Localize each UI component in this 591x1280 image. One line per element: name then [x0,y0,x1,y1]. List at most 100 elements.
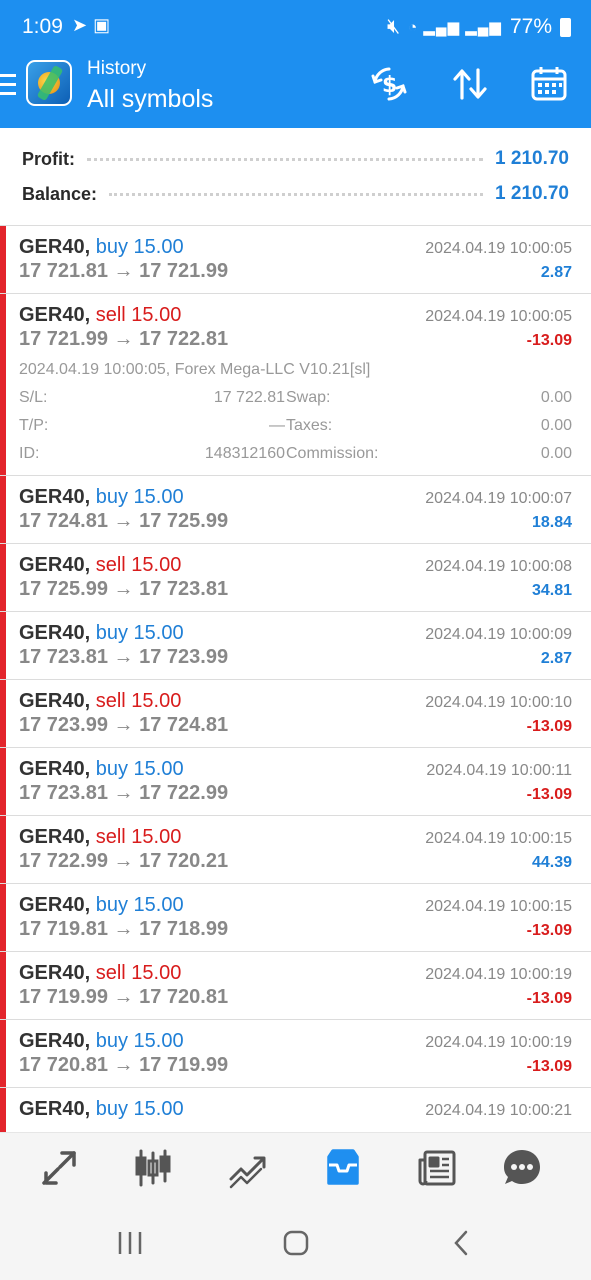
deal-profit: 18.84 [531,514,572,531]
deal-symbol: GER40, buy 15.00 [19,758,184,780]
deal-row[interactable]: GER40, buy 15.00 17 721.81 → 17 721.99 2… [0,226,591,294]
deal-time: 2024.04.19 10:00:19 [425,966,572,983]
deal-side: buy 15.00 [95,236,184,258]
deal-side: sell 15.00 [95,304,182,326]
deal-side: sell 15.00 [95,554,182,576]
deal-time: 2024.04.19 10:00:08 [425,558,572,575]
recent-apps-icon[interactable] [110,1228,150,1258]
deal-row[interactable]: GER40, buy 15.00 17 723.81 → 17 723.99 2… [0,612,591,680]
deal-symbol: GER40, buy 15.00 [19,1098,184,1120]
messages-icon[interactable] [499,1147,545,1189]
bottom-nav [0,1132,591,1204]
status-time: 1:09 [22,15,63,38]
deal-marker [0,612,6,679]
currency-exchange-icon[interactable]: $ [369,64,409,104]
status-bar: 1:09 ➤▣ 🔇︎ ◔ ▂▄▆ ▂▄▆ 77% [0,0,591,52]
deal-time: 2024.04.19 10:00:15 [425,898,572,915]
deal-prices: 17 722.99 → 17 720.21 [19,850,229,872]
deal-profit: 2.87 [540,264,572,281]
deal-row[interactable]: GER40, sell 15.00 17 723.99 → 17 724.81 … [0,680,591,748]
page-title: History [87,58,147,79]
deal-time: 2024.04.19 10:00:19 [425,1034,572,1051]
deal-side: buy 15.00 [95,758,184,780]
menu-icon[interactable] [0,74,16,101]
deal-prices: 17 721.99 → 17 722.81 [19,328,229,350]
deal-time: 2024.04.19 10:00:07 [425,490,572,507]
deal-row[interactable]: GER40, sell 15.00 17 725.99 → 17 723.81 … [0,544,591,612]
balance-row: Balance: 1 210.70 [22,182,569,206]
commission-value: 0.00 [540,445,572,462]
deal-row[interactable]: GER40, buy 15.00 17 720.81 → 17 719.99 2… [0,1020,591,1088]
calendar-icon[interactable] [529,64,569,104]
news-icon[interactable] [414,1147,460,1189]
deal-prices: 17 721.81 → 17 721.99 [19,260,229,282]
symbol-filter[interactable]: All symbols [87,85,213,114]
tp-label: T/P: [19,417,49,434]
history-icon[interactable] [320,1147,366,1189]
deal-side: buy 15.00 [95,894,184,916]
id-label: ID: [19,445,40,462]
deal-marker [0,952,6,1019]
deal-row[interactable]: GER40, buy 15.00 2024.04.19 10:00:21 [0,1088,591,1132]
deal-prices: 17 719.99 → 17 720.81 [19,986,229,1008]
deal-details: S/L: 17 722.81 Swap: 0.00 T/P: — Taxes: … [19,389,572,473]
battery-percent: 77% [509,15,552,38]
deal-marker [0,884,6,951]
tp-value: — [269,417,285,434]
deal-row[interactable]: GER40, buy 15.00 17 724.81 → 17 725.99 2… [0,476,591,544]
deal-symbol: GER40, buy 15.00 [19,486,184,508]
deal-marker [0,816,6,883]
deal-symbol: GER40, buy 15.00 [19,622,184,644]
signal-icon: ◔ ▂▄▆ ▂▄▆ [408,19,502,36]
deal-time: 2024.04.19 10:00:21 [425,1102,572,1119]
deal-marker [0,1020,6,1087]
profit-row: Profit: 1 210.70 [22,147,569,171]
deals-list[interactable]: GER40, buy 15.00 17 721.81 → 17 721.99 2… [0,226,591,1132]
deal-symbol: GER40, buy 15.00 [19,894,184,916]
sl-value: 17 722.81 [213,389,285,406]
deal-symbol: GER40, sell 15.00 [19,554,182,576]
balance-value: 1 210.70 [495,183,569,204]
profit-value: 1 210.70 [495,148,569,169]
deal-profit: -13.09 [526,990,572,1007]
deal-row[interactable]: GER40, sell 15.00 17 719.99 → 17 720.81 … [0,952,591,1020]
battery-icon [560,17,571,37]
deal-side: sell 15.00 [95,826,182,848]
quotes-icon[interactable] [36,1147,82,1189]
deal-row-expanded[interactable]: GER40, sell 15.00 17 721.99 → 17 722.81 … [0,294,591,476]
deal-side: buy 15.00 [95,1098,184,1120]
status-right: 🔇︎ ◔ ▂▄▆ ▂▄▆ 77% [387,15,571,39]
deal-profit: -13.09 [526,786,572,803]
trade-icon[interactable] [225,1147,271,1189]
deal-prices: 17 723.81 → 17 722.99 [19,782,229,804]
deal-row[interactable]: GER40, buy 15.00 17 719.81 → 17 718.99 2… [0,884,591,952]
commission-label: Commission: [286,445,379,462]
profit-label: Profit: [22,148,75,169]
dotted-leader [109,192,484,196]
deal-marker [0,680,6,747]
deal-profit: 34.81 [531,582,572,599]
app-logo [26,60,72,106]
back-icon[interactable] [441,1228,481,1258]
id-value: 148312160 [204,445,285,462]
deal-row[interactable]: GER40, buy 15.00 17 723.81 → 17 722.99 2… [0,748,591,816]
balance-label: Balance: [22,183,98,204]
chart-icon[interactable] [130,1147,176,1189]
deal-comment: 2024.04.19 10:00:05, Forex Mega-LLC V10.… [19,361,371,378]
deal-symbol: GER40, sell 15.00 [19,690,182,712]
deal-side: buy 15.00 [95,622,184,644]
deal-time: 2024.04.19 10:00:05 [425,308,572,325]
deal-profit: -13.09 [526,718,572,735]
app-bar: History All symbols $ [0,52,591,128]
home-icon[interactable] [276,1228,316,1258]
deal-row[interactable]: GER40, sell 15.00 17 722.99 → 17 720.21 … [0,816,591,884]
deal-marker [0,476,6,543]
deal-profit: 2.87 [540,650,572,667]
dotted-leader [87,157,484,161]
swap-label: Swap: [286,389,331,406]
deal-profit: -13.09 [526,332,572,349]
deal-prices: 17 723.81 → 17 723.99 [19,646,229,668]
deal-profit: 44.39 [531,854,572,871]
sort-icon[interactable] [450,64,490,104]
summary-panel: Profit: 1 210.70 Balance: 1 210.70 [0,128,591,226]
